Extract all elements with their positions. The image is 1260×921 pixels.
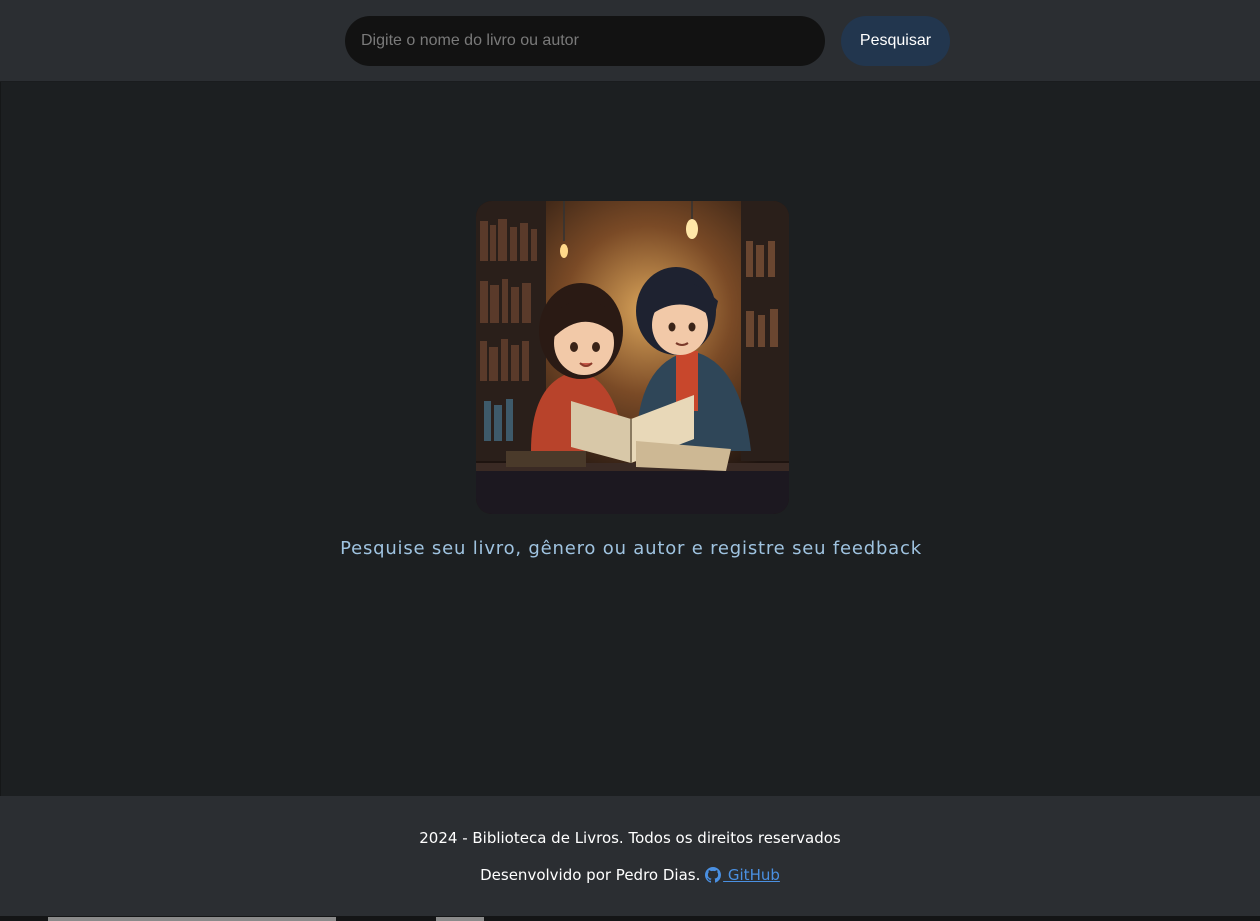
- hero-illustration: [476, 201, 789, 514]
- page-footer: 2024 - Biblioteca de Livros. Todos os di…: [0, 796, 1260, 916]
- footer-copyright: 2024 - Biblioteca de Livros. Todos os di…: [419, 829, 841, 847]
- developer-credit: Desenvolvido por Pedro Dias.: [480, 866, 701, 884]
- search-input[interactable]: [345, 16, 825, 66]
- horizontal-scrollbar-thumb[interactable]: [48, 917, 336, 921]
- github-link-label: GitHub: [723, 866, 780, 884]
- footer-credits: Desenvolvido por Pedro Dias. GitHub: [0, 866, 1260, 887]
- hero-tagline: Pesquise seu livro, gênero ou autor e re…: [340, 538, 922, 559]
- main-content: Pesquise seu livro, gênero ou autor e re…: [0, 82, 1260, 796]
- horizontal-scrollbar-segment[interactable]: [436, 917, 484, 921]
- top-header: Pesquisar: [0, 0, 1260, 82]
- search-button[interactable]: Pesquisar: [841, 16, 950, 66]
- github-link[interactable]: GitHub: [705, 866, 780, 884]
- github-icon: [705, 867, 722, 887]
